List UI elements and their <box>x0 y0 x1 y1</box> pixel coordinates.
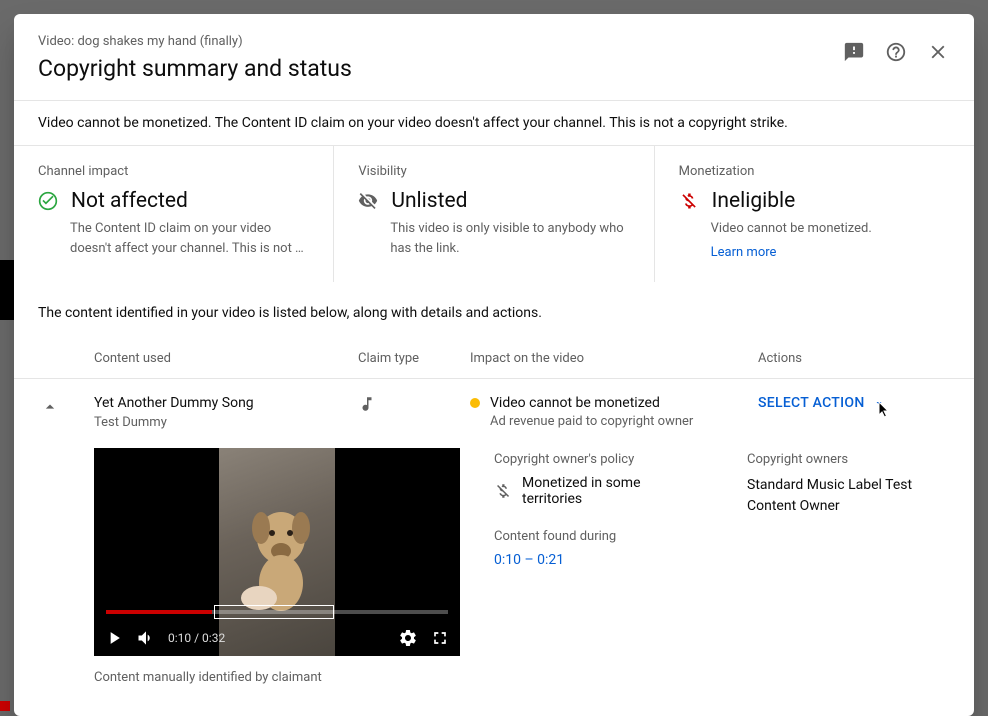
settings-icon[interactable] <box>398 628 418 648</box>
claim-segment-marker[interactable] <box>214 605 334 619</box>
warning-dot-icon <box>470 398 480 408</box>
monetization-card: Monetization Ineligible Video cannot be … <box>655 146 974 282</box>
help-icon[interactable] <box>884 40 908 64</box>
visibility-off-icon <box>358 191 378 211</box>
intro-text: The content identified in your video is … <box>14 283 974 339</box>
monetization-off-icon <box>494 482 512 500</box>
learn-more-link[interactable]: Learn more <box>711 245 777 260</box>
table-header: Content used Claim type Impact on the vi… <box>14 339 974 379</box>
cursor-icon <box>878 401 890 419</box>
impact-sub: Ad revenue paid to copyright owner <box>490 414 758 429</box>
play-icon[interactable] <box>104 628 124 648</box>
content-artist: Test Dummy <box>94 415 358 430</box>
feedback-icon[interactable] <box>842 40 866 64</box>
fullscreen-icon[interactable] <box>430 628 450 648</box>
player-time: 0:10 / 0:32 <box>168 631 225 645</box>
volume-icon[interactable] <box>136 628 156 648</box>
claim-detail: 0:10 / 0:32 Content manually identified … <box>14 430 974 697</box>
policy-value: Monetized in some territories <box>522 475 697 507</box>
copyright-dialog: Video: dog shakes my hand (finally) Copy… <box>14 14 974 716</box>
monetization-off-icon <box>679 191 699 211</box>
identification-note: Content manually identified by claimant <box>94 670 460 685</box>
video-label: Video: dog shakes my hand (finally) <box>38 34 842 49</box>
close-icon[interactable] <box>926 40 950 64</box>
channel-impact-card: Channel impact Not affected The Content … <box>14 146 334 282</box>
music-note-icon <box>358 395 470 413</box>
copyright-owners: Standard Music Label Test Content Owner <box>747 475 950 517</box>
check-circle-icon <box>38 191 58 211</box>
video-player[interactable]: 0:10 / 0:32 <box>94 448 460 656</box>
collapse-icon[interactable] <box>38 395 62 419</box>
claim-row: Yet Another Dummy Song Test Dummy Video … <box>14 379 974 430</box>
visibility-card: Visibility Unlisted This video is only v… <box>334 146 654 282</box>
content-title: Yet Another Dummy Song <box>94 395 358 411</box>
video-thumbnail <box>239 503 324 613</box>
found-timestamp[interactable]: 0:10 – 0:21 <box>494 552 697 568</box>
page-title: Copyright summary and status <box>38 55 842 82</box>
select-action-button[interactable]: SELECT ACTION <box>758 395 950 411</box>
impact-text: Video cannot be monetized <box>490 395 660 411</box>
notice-text: Video cannot be monetized. The Content I… <box>14 100 974 146</box>
